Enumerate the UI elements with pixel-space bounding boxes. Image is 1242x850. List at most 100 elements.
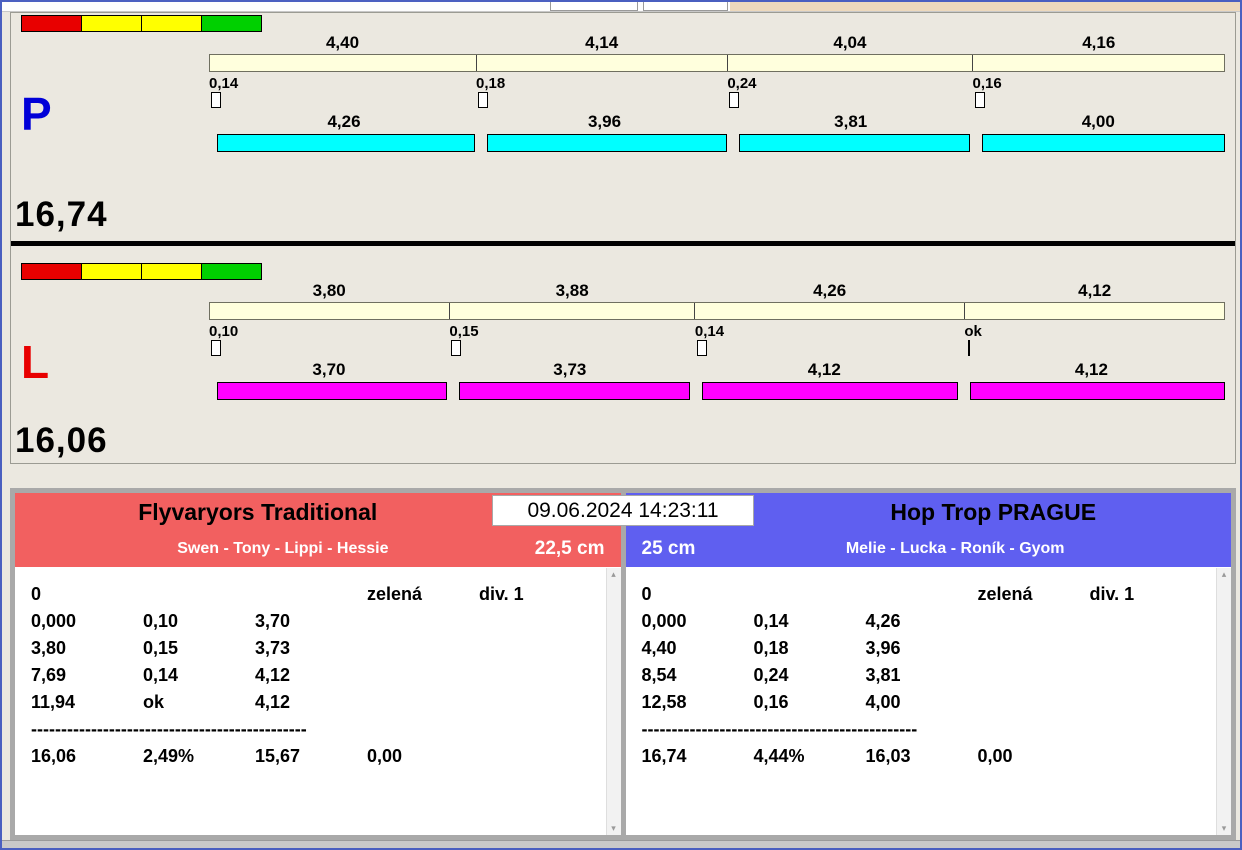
leg-bar <box>739 134 971 152</box>
leg-bar <box>702 382 958 400</box>
lane-divider <box>11 241 1235 246</box>
change-mark-box-icon <box>478 92 489 108</box>
change-marks-row <box>209 340 1225 360</box>
leg-value: 4,26 <box>327 112 361 131</box>
change-value: 0,14 <box>694 323 725 340</box>
scroll-down-icon[interactable]: ▾ <box>611 822 616 835</box>
start-light-strip <box>21 263 262 280</box>
results-section: 09.06.2024 14:23:11 Flyvaryors Tradition… <box>10 488 1236 840</box>
lanes-panel: P 4,40 4,14 4,04 4,16 0,14 0,18 0,24 0,1… <box>10 12 1236 464</box>
change-value: 0,10 <box>209 323 239 340</box>
scroll-down-icon[interactable]: ▾ <box>1222 822 1227 835</box>
team-panel-right: Hop Trop PRAGUE 25 cm Melie - Lucka - Ro… <box>625 493 1232 835</box>
change-mark-box-icon <box>211 92 221 108</box>
change-mark-box-icon <box>211 340 221 356</box>
scrollbar[interactable]: ▴ ▾ <box>1216 568 1231 835</box>
scroll-up-icon[interactable]: ▴ <box>611 568 616 581</box>
table-header-row: 0 zelená div. 1 <box>31 581 621 608</box>
light-chip-green <box>201 15 262 32</box>
split-value: 4,04 <box>833 33 867 52</box>
split-value: 4,12 <box>1078 281 1112 300</box>
leg-bar <box>217 134 476 152</box>
lane-L: L 3,80 3,88 4,26 4,12 0,10 0,15 0,14 ok … <box>11 261 1235 465</box>
scroll-up-icon[interactable]: ▴ <box>1222 568 1227 581</box>
lane-total: 16,74 <box>15 195 108 234</box>
light-chip-red <box>21 15 82 32</box>
change-mark-cell <box>209 92 476 112</box>
start-value: 0 <box>641 584 652 604</box>
lane-P: P 4,40 4,14 4,04 4,16 0,14 0,18 0,24 0,1… <box>11 13 1235 239</box>
window-title-strip <box>2 2 1240 12</box>
leg-value: 3,70 <box>312 360 346 379</box>
team-subheader: 25 cm Melie - Lucka - Roník - Gyom <box>626 531 1232 567</box>
lights-value: zelená <box>367 584 423 604</box>
change-mark-box-icon <box>729 92 740 108</box>
division-value: div. 1 <box>1089 584 1135 604</box>
leg-bar <box>487 134 728 152</box>
light-chip-yellow <box>81 263 142 280</box>
change-mark-cell <box>695 340 965 360</box>
app-window: P 4,40 4,14 4,04 4,16 0,14 0,18 0,24 0,1… <box>0 0 1242 850</box>
change-values-row: 0,14 0,18 0,24 0,16 <box>209 75 1225 92</box>
table-row: 0,000 0,14 4,26 <box>641 611 901 631</box>
split-values-row: 4,40 4,14 4,04 4,16 <box>209 33 1225 53</box>
split-value: 3,80 <box>312 281 346 300</box>
split-bar <box>209 54 1225 72</box>
leg-bar <box>969 382 1225 400</box>
table-row: 12,58 0,16 4,00 <box>641 692 901 712</box>
timestamp: 09.06.2024 14:23:11 <box>492 495 754 526</box>
change-value: ok <box>964 323 982 340</box>
split-values-row: 3,80 3,88 4,26 4,12 <box>209 281 1225 301</box>
light-chip-yellow <box>141 263 202 280</box>
table-totals-row: 16,06 2,49% 15,67 0,00 <box>31 746 403 766</box>
change-marks-row <box>209 92 1225 112</box>
split-bar-segment <box>964 303 1224 319</box>
results-panels: 09.06.2024 14:23:11 Flyvaryors Tradition… <box>15 493 1231 835</box>
leg-value: 4,12 <box>807 360 841 379</box>
split-value: 4,26 <box>813 281 847 300</box>
split-bar-segment <box>476 55 728 71</box>
change-mark-cell <box>964 340 1225 360</box>
leg-values-row: 4,26 3,96 3,81 4,00 <box>209 112 1225 132</box>
leg-bar <box>982 134 1225 152</box>
split-value: 4,16 <box>1082 33 1116 52</box>
lane-bars: 3,80 3,88 4,26 4,12 0,10 0,15 0,14 ok 3,… <box>209 281 1225 400</box>
change-mark-box-icon <box>451 340 462 356</box>
start-light-strip <box>21 15 262 32</box>
leg-bar <box>458 382 691 400</box>
split-bar-segment <box>210 303 451 319</box>
change-mark-cell <box>209 340 449 360</box>
split-bar-segment <box>727 55 973 71</box>
change-value: 0,16 <box>972 75 1002 92</box>
jump-height-label: 22,5 cm <box>534 538 605 559</box>
split-value: 3,88 <box>555 281 589 300</box>
jump-height-label: 25 cm <box>641 538 696 559</box>
change-mark-tick-icon <box>968 340 971 356</box>
leg-values-row: 3,70 3,73 4,12 4,12 <box>209 360 1225 380</box>
leg-value: 3,81 <box>834 112 868 131</box>
change-value: 0,15 <box>449 323 479 340</box>
split-bar-segment <box>695 303 965 319</box>
lane-bars: 4,40 4,14 4,04 4,16 0,14 0,18 0,24 0,16 <box>209 33 1225 152</box>
change-value: 0,18 <box>476 75 506 92</box>
table-separator-row: ----------------------------------------… <box>31 719 307 739</box>
light-chip-yellow <box>81 15 142 32</box>
scrollbar[interactable]: ▴ ▾ <box>605 568 621 835</box>
result-table: 0 zelená div. 1 0,000 0,10 3,70 3,80 0,1… <box>15 567 621 835</box>
table-header-row: 0 zelená div. 1 <box>642 581 1232 608</box>
start-value: 0 <box>31 584 42 604</box>
window-tab[interactable] <box>550 2 638 11</box>
table-row: 0,000 0,10 3,70 <box>31 611 291 631</box>
change-mark-box-icon <box>974 92 985 108</box>
change-mark-cell <box>476 92 727 112</box>
change-value: 0,14 <box>209 75 239 92</box>
result-table: 0 zelená div. 1 0,000 0,14 4,26 4,40 0,1… <box>625 567 1232 835</box>
table-row: 11,94 ok 4,12 <box>31 692 291 712</box>
team-subheader: Swen - Tony - Lippi - Hessie 22,5 cm <box>15 531 621 567</box>
leg-bars-row <box>217 382 1225 400</box>
split-value: 4,40 <box>325 33 360 52</box>
window-tab[interactable] <box>643 2 728 11</box>
leg-value: 4,12 <box>1074 360 1108 379</box>
leg-bar <box>217 382 447 400</box>
split-value: 4,14 <box>585 33 619 52</box>
